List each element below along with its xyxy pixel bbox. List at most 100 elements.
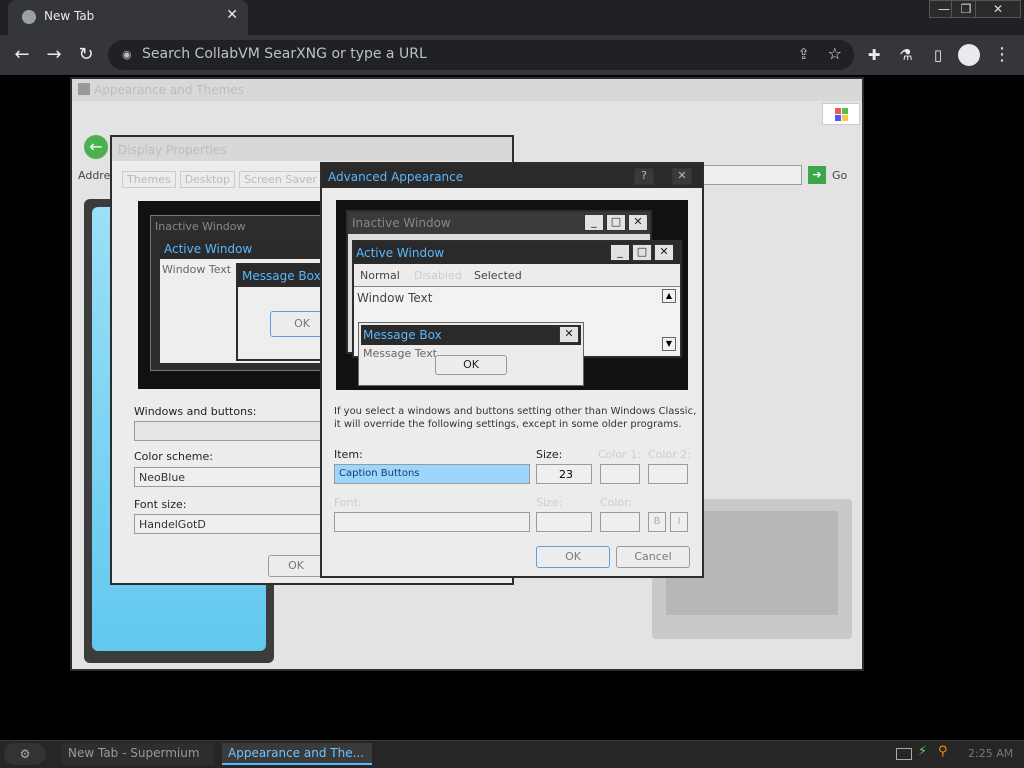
display-title: Display Properties xyxy=(118,143,227,157)
adv-preview-ok: OK xyxy=(435,355,507,375)
scroll-up-icon: ▲ xyxy=(662,289,676,303)
display-preview: Inactive Window Active Window Window Tex… xyxy=(138,201,338,389)
keyboard-icon[interactable] xyxy=(896,748,912,760)
bold-button[interactable]: B xyxy=(648,512,666,532)
adv-inactive-max: □ xyxy=(606,214,626,231)
font-size-select[interactable]: HandelGotD xyxy=(134,514,324,534)
adv-active-min: _ xyxy=(610,244,630,261)
folder-icon xyxy=(78,83,90,95)
adv-active-titlebar: Active Window _ □ ✕ xyxy=(354,242,680,264)
preview-window-text: Window Text xyxy=(162,263,232,276)
adv-inactive-min: _ xyxy=(584,214,604,231)
site-info-icon[interactable]: ◉ xyxy=(122,48,132,61)
adv-message-text: Message Text xyxy=(363,347,437,360)
tab-screen-saver[interactable]: Screen Saver xyxy=(239,171,322,188)
browser-tab[interactable]: New Tab ✕ xyxy=(8,0,248,35)
advanced-close-button[interactable]: ✕ xyxy=(672,168,692,185)
color1-picker[interactable] xyxy=(600,464,640,484)
profile-avatar-icon[interactable] xyxy=(958,44,980,66)
adv-inactive-title: Inactive Window xyxy=(352,216,451,230)
bookmark-star-icon[interactable]: ☆ xyxy=(828,44,842,63)
adv-message-close-icon[interactable]: ✕ xyxy=(559,326,579,343)
network-icon[interactable]: ⚡ xyxy=(918,744,927,759)
adv-window-text: Window Text xyxy=(357,291,433,305)
appearance-title: Appearance and Themes xyxy=(94,83,244,97)
tab-themes[interactable]: Themes xyxy=(122,171,176,188)
back-arrow-icon[interactable]: ← xyxy=(84,135,108,159)
adv-active-title: Active Window xyxy=(356,246,445,260)
taskbar-item-appearance-label: Appearance and The... xyxy=(228,746,365,760)
close-tab-icon[interactable]: ✕ xyxy=(226,7,238,23)
display-tabs: Themes Desktop Screen Saver xyxy=(122,171,322,188)
preview-active-window: Active Window Window Text Message Box OK xyxy=(158,237,338,365)
address-field[interactable] xyxy=(702,165,802,185)
font-color-label: Color: xyxy=(600,496,633,509)
adv-menu-disabled: Disabled xyxy=(414,269,462,282)
preview-active-titlebar: Active Window xyxy=(160,239,336,259)
advanced-cancel-button[interactable]: Cancel xyxy=(616,546,690,568)
appearance-titlebar: Appearance and Themes xyxy=(72,79,862,101)
color2-picker[interactable] xyxy=(648,464,688,484)
back-icon[interactable]: ← xyxy=(10,43,34,67)
windows-buttons-label: Windows and buttons: xyxy=(134,405,257,418)
help-button[interactable]: ? xyxy=(634,168,654,185)
color2-label: Color 2: xyxy=(648,448,691,461)
taskbar-item-browser[interactable]: New Tab - Supermium xyxy=(62,743,214,765)
address-bar[interactable]: ◉ Search CollabVM SearXNG or type a URL … xyxy=(108,40,854,70)
adv-inactive-titlebar: Inactive Window _ □ ✕ xyxy=(348,212,650,234)
color1-label: Color 1: xyxy=(598,448,641,461)
adv-menu-selected: Selected xyxy=(474,269,522,282)
start-button[interactable]: ⚙ xyxy=(4,743,46,765)
taskbar-item-browser-label: New Tab - Supermium xyxy=(68,746,200,760)
font-label: Font: xyxy=(334,496,362,509)
side-panel-icon[interactable]: ▯ xyxy=(926,43,950,67)
font-color-picker[interactable] xyxy=(600,512,640,532)
preview-message-title: Message Box xyxy=(242,269,321,283)
windows-buttons-select[interactable] xyxy=(134,421,324,441)
size-spinner[interactable]: 23 xyxy=(536,464,592,484)
color-scheme-select[interactable]: NeoBlue xyxy=(134,467,324,487)
font-select[interactable] xyxy=(334,512,530,532)
scroll-down-icon: ▼ xyxy=(662,337,676,351)
adv-message-title: Message Box xyxy=(363,328,442,342)
adv-message-titlebar: Message Box ✕ xyxy=(361,325,581,345)
preview-active-title: Active Window xyxy=(164,242,253,256)
reload-icon[interactable]: ↻ xyxy=(74,43,98,67)
close-window-button[interactable]: ✕ xyxy=(975,0,1021,18)
adv-inactive-close: ✕ xyxy=(628,214,648,231)
color-scheme-label: Color scheme: xyxy=(134,450,213,463)
advanced-titlebar: Advanced Appearance ? ✕ xyxy=(322,164,702,188)
advanced-appearance-dialog: Advanced Appearance ? ✕ Inactive Window … xyxy=(320,162,704,578)
adv-active-close: ✕ xyxy=(654,244,674,261)
preview-inactive-title: Inactive Window xyxy=(155,220,246,233)
font-size-select[interactable] xyxy=(536,512,592,532)
tab-desktop[interactable]: Desktop xyxy=(179,171,236,188)
advanced-note: If you select a windows and buttons sett… xyxy=(334,406,697,430)
item-label: Item: xyxy=(334,448,363,461)
extensions-icon[interactable]: ✚ xyxy=(862,43,886,67)
clock: 2:25 AM xyxy=(968,747,1014,760)
windows-logo xyxy=(822,103,860,125)
item-select[interactable]: Caption Buttons xyxy=(334,464,530,484)
share-icon[interactable]: ⇪ xyxy=(797,45,810,63)
forward-icon[interactable]: → xyxy=(42,43,66,67)
italic-button[interactable]: I xyxy=(670,512,688,532)
go-label: Go xyxy=(832,169,848,182)
adv-menu-normal: Normal xyxy=(360,269,400,282)
advanced-ok-button[interactable]: OK xyxy=(536,546,610,568)
advanced-preview: Inactive Window _ □ ✕ Active Window _ □ … xyxy=(336,200,688,390)
font-size-label: Font size: xyxy=(134,498,187,511)
taskbar-item-appearance[interactable]: Appearance and The... xyxy=(222,743,372,765)
display-ok-button[interactable]: OK xyxy=(268,555,324,577)
font-size-label: Size: xyxy=(536,496,563,509)
labs-icon[interactable]: ⚗ xyxy=(894,43,918,67)
display-titlebar: Display Properties xyxy=(112,137,512,161)
adv-active-max: □ xyxy=(632,244,652,261)
search-icon[interactable]: ⚲ xyxy=(938,744,948,759)
tab-title: New Tab xyxy=(44,9,95,23)
menu-icon[interactable]: ⋮ xyxy=(990,43,1014,67)
go-arrow-icon[interactable]: ➔ xyxy=(808,166,826,184)
globe-icon xyxy=(22,10,36,24)
advanced-title: Advanced Appearance xyxy=(328,170,464,184)
address-placeholder: Search CollabVM SearXNG or type a URL xyxy=(142,46,427,62)
